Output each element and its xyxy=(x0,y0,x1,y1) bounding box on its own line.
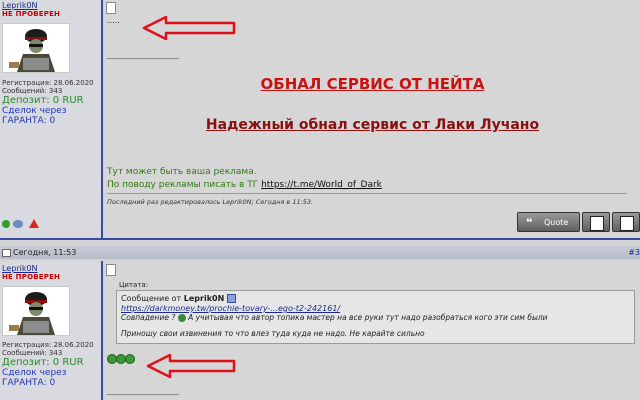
post2-date-bar: Сегодня, 11:53 #3 xyxy=(0,246,640,259)
avatar-figure-icon xyxy=(3,287,69,335)
post2-guarantor-count: ГАРАНТА: 0 xyxy=(2,378,56,388)
reply-button[interactable] xyxy=(612,212,640,232)
post2-author-link[interactable]: Leprik0N xyxy=(2,264,38,273)
quote-button[interactable]: ❝ Quote xyxy=(517,212,580,232)
quote-box: Сообщение от Leprik0N https://darkmoney.… xyxy=(116,290,635,344)
post1-author-link[interactable]: Leprik0N xyxy=(2,1,38,10)
post1-title-dark: Надежный обнал сервис от Лаки Лучано xyxy=(205,117,540,133)
reputation-icon[interactable] xyxy=(13,220,23,228)
post2-smileys xyxy=(107,354,137,364)
quote-label: Цитата: xyxy=(119,281,149,289)
post1-deposit: Депозит: 0 RUR xyxy=(2,95,84,106)
red-arrow-icon xyxy=(142,15,236,41)
post1-status-badge: НЕ ПРОВЕРЕН xyxy=(2,10,61,18)
post2-avatar[interactable] xyxy=(2,286,70,336)
post2-deposit: Депозит: 0 RUR xyxy=(2,357,84,368)
post1-content-dots: ..... xyxy=(107,16,120,25)
post1-deals-label: Сделок через xyxy=(2,106,67,116)
report-warning-icon[interactable] xyxy=(29,219,39,228)
reply-icon xyxy=(620,216,634,231)
post1-edit-separator xyxy=(107,193,627,194)
post1-post-icon xyxy=(106,2,116,14)
multiquote-button[interactable] xyxy=(582,212,610,232)
quote-text1-body: А учитывая что автор топика мастер на вс… xyxy=(185,313,548,322)
post2-number[interactable]: #3 xyxy=(628,248,640,257)
post2-post-icon xyxy=(106,264,116,276)
post1-ad-line2: По поводу рекламы писать в ТГ https://t.… xyxy=(107,180,382,190)
quote-text1-prefix: Совпадение ? xyxy=(121,313,178,322)
post1-edited-note: Последний раз редактировалось Leprik0N; … xyxy=(107,198,314,206)
avatar-figure-icon xyxy=(3,24,69,72)
quote-button-label: Quote xyxy=(544,218,569,227)
quote-source-user: Leprik0N xyxy=(183,294,225,303)
post1-user-icons xyxy=(2,219,42,229)
post-date-icon xyxy=(2,249,11,257)
view-post-icon[interactable] xyxy=(226,294,236,303)
quote-text-line2: Приношу свои извинения то что влез туда … xyxy=(121,329,425,338)
post1-title-red: ОБНАЛ СЕРВИС ОТ НЕЙТА xyxy=(260,75,485,93)
smiley-icon xyxy=(125,354,135,364)
smiley-icon xyxy=(177,314,186,322)
red-arrow-icon xyxy=(146,353,236,379)
post1-avatar[interactable] xyxy=(2,23,70,73)
quote-icon: ❝ xyxy=(526,216,533,229)
post2-deals-label: Сделок через xyxy=(2,368,67,378)
quote-text-line1: Совпадение ? А учитывая что автор топика… xyxy=(121,313,548,322)
post1-guarantor-count: ГАРАНТА: 0 xyxy=(2,116,56,126)
post1-ad-prefix: По поводу рекламы писать в ТГ xyxy=(107,180,262,190)
post-separator-line xyxy=(0,238,640,240)
quote-source-link[interactable]: https://darkmoney.tw/prochie-tovary-...e… xyxy=(121,304,340,313)
post1-ad-line1: Тут может быть ваша реклама. xyxy=(107,167,257,177)
multiquote-icon xyxy=(590,216,604,231)
quote-source-prefix: Сообщение от xyxy=(121,294,184,303)
post2-separator: __________________ xyxy=(107,386,179,395)
post2-date: Сегодня, 11:53 xyxy=(13,248,77,257)
post1-separator: __________________ xyxy=(107,50,179,59)
post2-status-badge: НЕ ПРОВЕРЕН xyxy=(2,273,61,281)
post1-ad-link[interactable]: https://t.me/World_of_Dark xyxy=(261,180,382,190)
online-status-icon xyxy=(2,220,10,228)
quote-source: Сообщение от Leprik0N xyxy=(121,294,236,303)
